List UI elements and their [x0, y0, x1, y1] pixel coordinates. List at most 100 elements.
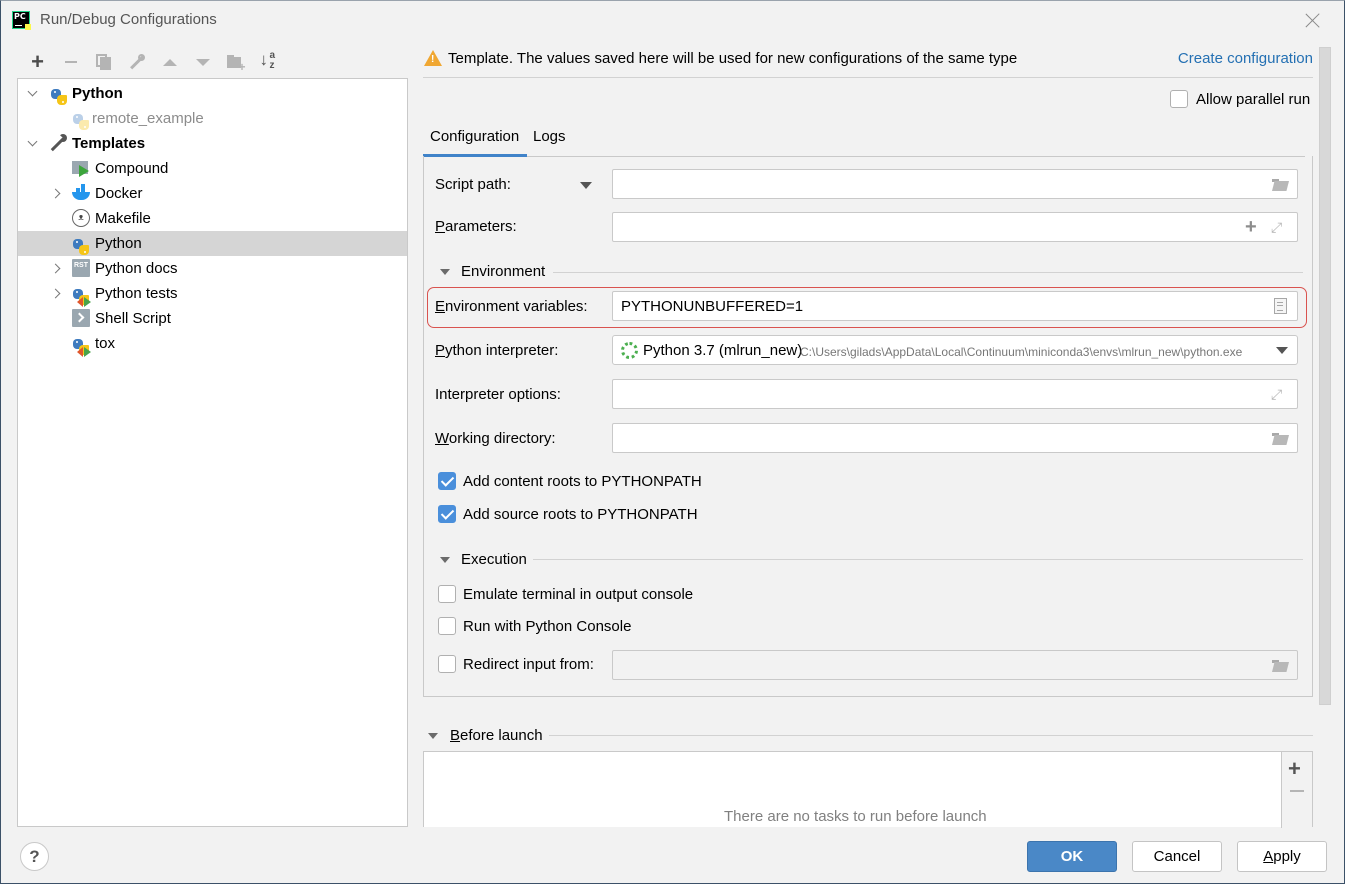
tree-item-templates[interactable]: Templates: [18, 131, 407, 156]
wrench-icon: [50, 134, 68, 152]
interpreter-label: Python interpreter:: [435, 342, 559, 359]
expand-icon[interactable]: ⤢: [1271, 219, 1289, 235]
redirect-input-field[interactable]: [612, 650, 1298, 680]
parameters-input[interactable]: + ⤢: [612, 212, 1298, 242]
collapse-execution-icon[interactable]: [440, 557, 450, 563]
browse-folder-icon[interactable]: [1271, 430, 1289, 446]
template-warning-bar: ! Template. The values saved here will b…: [423, 47, 1313, 71]
tree-item-python-docs[interactable]: RST Python docs: [18, 256, 407, 281]
tree-item-python-tests[interactable]: Python tests: [18, 281, 407, 307]
tree-item-label: Python tests: [95, 285, 178, 302]
move-up-button[interactable]: [153, 51, 186, 73]
copy-icon: [96, 54, 111, 70]
allow-parallel-run-label: Allow parallel run: [1196, 91, 1311, 108]
browse-folder-icon[interactable]: [1271, 657, 1289, 673]
wrench-icon: [129, 54, 145, 70]
tree-item-label: Docker: [95, 185, 143, 202]
tree-item-tox[interactable]: tox: [18, 331, 407, 357]
collapse-before-launch-icon[interactable]: [428, 733, 438, 739]
conda-interpreter-icon: [621, 342, 638, 359]
tree-item-remote-example[interactable]: remote_example: [18, 106, 407, 131]
env-vars-input[interactable]: PYTHONUNBUFFERED=1: [612, 291, 1298, 321]
emulate-terminal-label: Emulate terminal in output console: [463, 586, 694, 603]
tab-logs[interactable]: Logs: [533, 128, 566, 145]
tree-item-label: Python docs: [95, 260, 178, 277]
pycharm-logo-icon: PC: [12, 11, 31, 30]
copy-configuration-button[interactable]: [87, 51, 120, 73]
interpreter-name: Python 3.7 (mlrun_new): [643, 342, 803, 359]
script-path-label: Script path:: [435, 176, 511, 193]
move-down-button[interactable]: [186, 51, 219, 73]
add-configuration-button[interactable]: +: [21, 49, 54, 74]
remove-task-icon[interactable]: [1290, 790, 1304, 792]
new-folder-button[interactable]: +: [219, 51, 252, 73]
edit-templates-button[interactable]: [120, 51, 153, 73]
parameters-label: Parameters:: [435, 218, 517, 235]
script-path-type-dropdown-icon[interactable]: [580, 182, 592, 189]
arrow-down-icon: [195, 58, 210, 66]
add-source-roots-label: Add source roots to PYTHONPATH: [463, 506, 698, 523]
header-divider: [423, 77, 1313, 78]
chevron-right-icon[interactable]: [51, 287, 63, 299]
before-launch-task-list[interactable]: There are no tasks to run before launch …: [423, 751, 1313, 828]
tree-item-shell-script[interactable]: Shell Script: [18, 306, 407, 331]
redirect-input-checkbox[interactable]: [438, 655, 456, 673]
chevron-down-icon[interactable]: [27, 87, 39, 99]
execution-section-divider: [533, 559, 1303, 560]
vertical-scrollbar[interactable]: [1319, 47, 1331, 705]
add-source-roots-checkbox[interactable]: [438, 505, 456, 523]
run-debug-configurations-dialog: PC Run/Debug Configurations + + ↓ a z Py…: [0, 0, 1345, 884]
tree-item-label: Python: [95, 235, 142, 252]
working-dir-input[interactable]: [612, 423, 1298, 453]
edit-env-vars-icon[interactable]: [1274, 298, 1287, 314]
execution-section-title: Execution: [461, 551, 527, 568]
chevron-right-icon[interactable]: [51, 262, 63, 274]
add-task-icon[interactable]: +: [1288, 756, 1301, 782]
sort-alphabetically-button[interactable]: ↓ a z: [252, 50, 285, 73]
tree-item-docker[interactable]: Docker: [18, 181, 407, 206]
tree-item-makefile[interactable]: ᴥ Makefile: [18, 206, 407, 231]
add-content-roots-checkbox[interactable]: [438, 472, 456, 490]
docker-icon: [72, 184, 90, 202]
python-tests-icon: [72, 288, 91, 307]
ok-button[interactable]: OK: [1027, 841, 1117, 872]
close-icon[interactable]: [1304, 11, 1322, 29]
tree-item-compound[interactable]: Compound: [18, 156, 407, 181]
allow-parallel-run-checkbox[interactable]: [1170, 90, 1188, 108]
arrow-up-icon: [162, 58, 177, 66]
chevron-down-icon[interactable]: [1276, 347, 1288, 354]
env-vars-label: Environment variables:: [435, 298, 588, 315]
template-warning-text: Template. The values saved here will be …: [448, 50, 1018, 67]
interpreter-label-text: ython interpreter:: [445, 342, 559, 359]
collapse-environment-icon[interactable]: [440, 269, 450, 275]
cancel-button[interactable]: Cancel: [1132, 841, 1222, 872]
script-path-input[interactable]: [612, 169, 1298, 199]
emulate-terminal-checkbox[interactable]: [438, 585, 456, 603]
tab-configuration[interactable]: Configuration: [430, 128, 519, 145]
add-content-roots-label: Add content roots to PYTHONPATH: [463, 473, 702, 490]
browse-folder-icon[interactable]: [1271, 176, 1289, 192]
expand-icon[interactable]: ⤢: [1271, 386, 1289, 402]
rst-doc-icon: RST: [72, 259, 90, 277]
create-configuration-link[interactable]: Create configuration: [1178, 50, 1313, 67]
chevron-right-icon[interactable]: [51, 187, 63, 199]
python-icon: [72, 238, 90, 256]
parameters-label-text: arameters:: [445, 218, 517, 235]
tree-item-python-group[interactable]: Python: [18, 81, 407, 106]
apply-button[interactable]: Apply: [1237, 841, 1327, 872]
configurations-tree: Python remote_example Templates Compound: [17, 78, 408, 827]
interpreter-options-input[interactable]: ⤢: [612, 379, 1298, 409]
minus-icon: [64, 61, 77, 63]
env-vars-value: PYTHONUNBUFFERED=1: [621, 298, 804, 315]
window-title: Run/Debug Configurations: [40, 11, 217, 28]
tree-item-python-template[interactable]: Python: [18, 231, 407, 256]
run-with-console-checkbox[interactable]: [438, 617, 456, 635]
remove-configuration-button[interactable]: [54, 51, 87, 73]
tox-icon: [72, 338, 91, 357]
chevron-down-icon[interactable]: [27, 137, 39, 149]
help-button[interactable]: ?: [20, 842, 49, 871]
tree-item-label: Makefile: [95, 210, 151, 227]
before-launch-empty-message: There are no tasks to run before launch: [724, 808, 987, 825]
interpreter-select[interactable]: Python 3.7 (mlrun_new) C:\Users\gilads\A…: [612, 335, 1298, 365]
add-macro-icon[interactable]: +: [1245, 217, 1263, 237]
